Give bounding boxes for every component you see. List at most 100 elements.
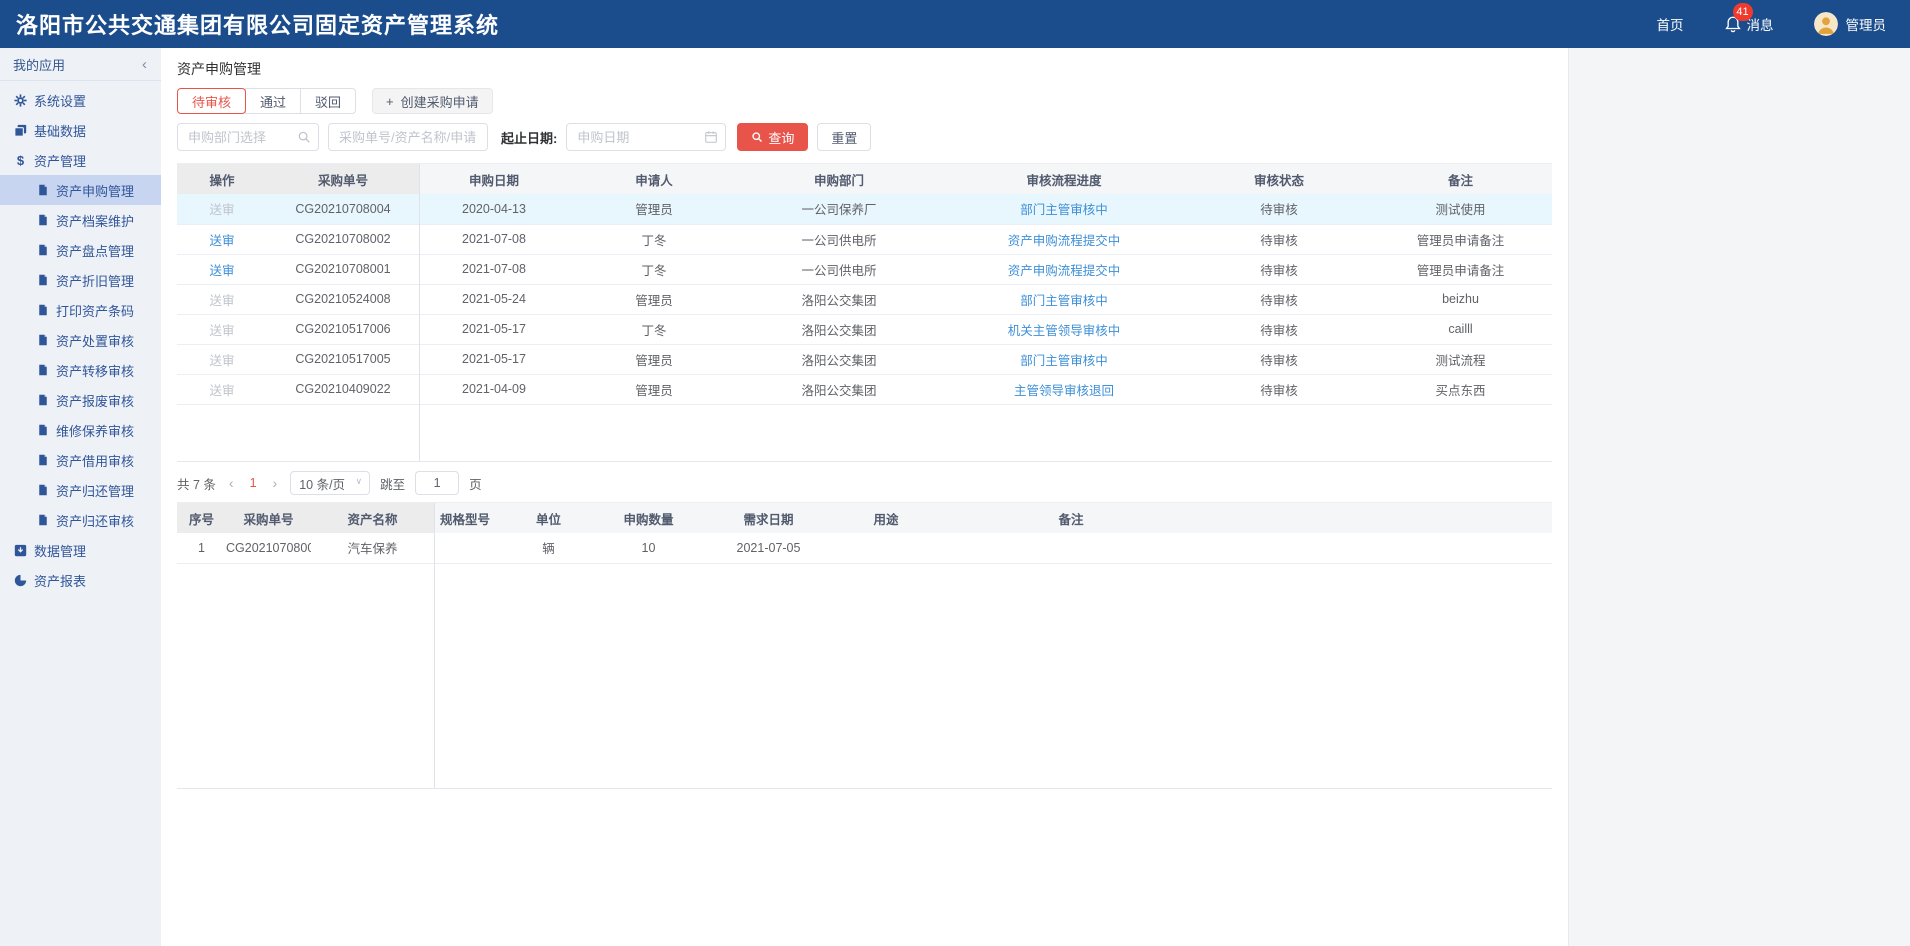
nav-home-link[interactable]: 首页 (1657, 14, 1684, 34)
remark-cell: cailll (1369, 314, 1552, 344)
progress-link[interactable]: 资产申购流程提交中 (1008, 264, 1121, 278)
remark-cell (931, 533, 1211, 563)
purchase-date-input[interactable] (566, 123, 726, 151)
spacer-cell (1211, 533, 1552, 563)
messages-nav[interactable]: 41 消息 (1724, 14, 1774, 34)
remark-cell: beizhu (1369, 284, 1552, 314)
table-row[interactable]: 送审 CG20210409022 2021-04-09 管理员 洛阳公交集团 主… (177, 374, 1552, 404)
collapse-sidebar-icon[interactable]: ‹ (142, 56, 147, 73)
sidebar-item-label: 资产归还管理 (56, 481, 134, 500)
detail-row[interactable]: 1 CG20210708004 汽车保养 辆 10 2021-07-05 (177, 533, 1552, 563)
reset-button[interactable]: 重置 (817, 123, 871, 151)
progress-link[interactable]: 部门主管审核中 (1020, 203, 1108, 217)
tab-approved[interactable]: 通过 (245, 88, 301, 114)
action-cell: 送审 (177, 284, 267, 314)
applicant-cell: 管理员 (569, 194, 739, 224)
fixed-column-divider (434, 503, 435, 788)
jump-page-input[interactable] (415, 471, 459, 495)
sidebar-item-label: 资产盘点管理 (56, 241, 134, 260)
action-cell: 送审 (177, 374, 267, 404)
progress-link[interactable]: 资产申购流程提交中 (1008, 234, 1121, 248)
col-header-purpose: 用途 (841, 503, 931, 533)
user-name: 管理员 (1846, 14, 1887, 34)
col-header-progress: 审核流程进度 (939, 164, 1189, 194)
table-row[interactable]: 送审 CG20210517006 2021-05-17 丁冬 洛阳公交集团 机关… (177, 314, 1552, 344)
sidebar-item-maintenance-audit[interactable]: 维修保养审核 (0, 415, 161, 445)
tab-pending[interactable]: 待审核 (177, 88, 246, 114)
sidebar-title: 我的应用 (13, 55, 65, 74)
progress-link[interactable]: 部门主管审核中 (1020, 354, 1108, 368)
progress-link[interactable]: 机关主管领导审核中 (1008, 324, 1121, 338)
page-size-select[interactable]: 10 条/页 ∨ (290, 471, 370, 495)
prev-page-button[interactable]: ‹ (226, 475, 237, 491)
submit-review-link[interactable]: 送审 (209, 264, 234, 278)
page-number-current[interactable]: 1 (247, 476, 260, 490)
user-menu[interactable]: 管理员 (1814, 12, 1887, 36)
submit-review-link[interactable]: 送审 (209, 294, 234, 308)
action-cell: 送审 (177, 344, 267, 374)
sidebar-item-data-management[interactable]: 数据管理 (0, 535, 161, 565)
po-cell: CG20210708004 (267, 194, 419, 224)
sidebar-item-asset-reports[interactable]: 资产报表 (0, 565, 161, 595)
sidebar-item-asset-disposal-audit[interactable]: 资产处置审核 (0, 325, 161, 355)
main-layout: 我的应用 ‹ (0, 48, 1910, 946)
create-purchase-button[interactable]: + 创建采购申请 (372, 88, 493, 114)
sidebar-item-asset-management[interactable]: $ 资产管理 (0, 145, 161, 175)
dept-cell: 洛阳公交集团 (739, 374, 939, 404)
dept-cell: 一公司保养厂 (739, 194, 939, 224)
dept-cell: 洛阳公交集团 (739, 314, 939, 344)
col-header-dept: 申购部门 (739, 164, 939, 194)
submit-review-link[interactable]: 送审 (209, 203, 234, 217)
date-cell: 2021-05-17 (419, 314, 569, 344)
po-cell: CG20210708004 (226, 533, 311, 563)
sidebar-item-system-settings[interactable]: 系统设置 (0, 85, 161, 115)
dept-select-input[interactable] (177, 123, 319, 151)
progress-cell: 部门主管审核中 (939, 194, 1189, 224)
submit-review-link[interactable]: 送审 (209, 354, 234, 368)
topbar-right: 首页 41 消息 (1657, 12, 1887, 36)
sidebar-item-asset-archive[interactable]: 资产档案维护 (0, 205, 161, 235)
sidebar-item-asset-return-audit[interactable]: 资产归还审核 (0, 505, 161, 535)
notification-badge: 41 (1733, 3, 1753, 21)
dept-cell: 一公司供电所 (739, 224, 939, 254)
next-page-button[interactable]: › (270, 475, 281, 491)
date-cell: 2021-05-17 (419, 344, 569, 374)
table-row[interactable]: 送审 CG20210524008 2021-05-24 管理员 洛阳公交集团 部… (177, 284, 1552, 314)
table-row[interactable]: 送审 CG20210517005 2021-05-17 管理员 洛阳公交集团 部… (177, 344, 1552, 374)
query-button[interactable]: 查询 (737, 123, 808, 151)
sidebar-item-asset-transfer-audit[interactable]: 资产转移审核 (0, 355, 161, 385)
po-cell: CG20210517005 (267, 344, 419, 374)
date-cell: 2021-05-24 (419, 284, 569, 314)
spacer-header (1211, 503, 1552, 533)
submit-review-link[interactable]: 送审 (209, 384, 234, 398)
status-cell: 待审核 (1189, 344, 1369, 374)
table-row[interactable]: 送审 CG20210708002 2021-07-08 丁冬 一公司供电所 资产… (177, 224, 1552, 254)
sidebar-item-label: 系统设置 (34, 91, 86, 110)
dept-cell: 一公司供电所 (739, 254, 939, 284)
sidebar-item-asset-scrap-audit[interactable]: 资产报废审核 (0, 385, 161, 415)
sidebar-item-basic-data[interactable]: 基础数据 (0, 115, 161, 145)
unit-cell: 辆 (496, 533, 601, 563)
submit-review-link[interactable]: 送审 (209, 324, 234, 338)
sidebar-item-asset-inventory[interactable]: 资产盘点管理 (0, 235, 161, 265)
sidebar-item-print-barcode[interactable]: 打印资产条码 (0, 295, 161, 325)
sidebar-item-asset-borrow-audit[interactable]: 资产借用审核 (0, 445, 161, 475)
file-icon (36, 334, 49, 347)
search-icon (751, 131, 763, 143)
submit-review-link[interactable]: 送审 (209, 234, 234, 248)
tab-rejected[interactable]: 驳回 (300, 88, 356, 114)
sidebar-item-asset-depreciation[interactable]: 资产折旧管理 (0, 265, 161, 295)
purchase-table: 操作 采购单号 申购日期 申请人 申购部门 审核流程进度 审核状态 备注 (177, 164, 1552, 405)
keyword-input[interactable] (328, 123, 488, 151)
user-avatar-icon (1814, 12, 1838, 36)
sidebar-item-asset-return-manage[interactable]: 资产归还管理 (0, 475, 161, 505)
progress-link[interactable]: 部门主管审核中 (1020, 294, 1108, 308)
sidebar-item-asset-purchase[interactable]: 资产申购管理 (0, 175, 161, 205)
progress-link[interactable]: 主管领导审核退回 (1014, 384, 1114, 398)
file-icon (36, 394, 49, 407)
sidebar-item-label: 资产借用审核 (56, 451, 134, 470)
table-row[interactable]: 送审 CG20210708001 2021-07-08 丁冬 一公司供电所 资产… (177, 254, 1552, 284)
applicant-cell: 管理员 (569, 344, 739, 374)
col-header-date: 申购日期 (419, 164, 569, 194)
table-row[interactable]: 送审 CG20210708004 2020-04-13 管理员 一公司保养厂 部… (177, 194, 1552, 224)
